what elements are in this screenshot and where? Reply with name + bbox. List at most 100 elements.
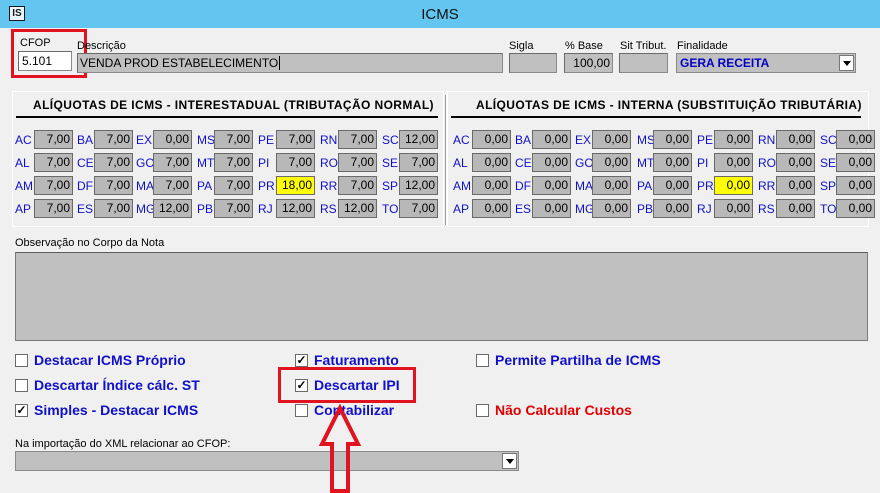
interna-uf-label: MA bbox=[575, 179, 593, 193]
interestadual-uf-label: MA bbox=[136, 179, 154, 193]
interna-uf-label: PR bbox=[697, 179, 714, 193]
interestadual-rate-input[interactable]: 12,00 bbox=[153, 199, 192, 218]
interestadual-rate-input[interactable]: 7,00 bbox=[94, 176, 133, 195]
interestadual-uf-label: RJ bbox=[258, 202, 273, 216]
interna-uf-label: CE bbox=[515, 156, 532, 170]
interna-rate-input[interactable]: 0,00 bbox=[653, 199, 692, 218]
interestadual-rate-input[interactable]: 7,00 bbox=[34, 199, 73, 218]
observacao-textarea[interactable] bbox=[15, 252, 868, 341]
faturamento-checkbox[interactable]: ✓ bbox=[295, 354, 308, 367]
interna-rate-input[interactable]: 0,00 bbox=[653, 153, 692, 172]
interestadual-uf-label: TO bbox=[382, 202, 399, 216]
interestadual-rate-input[interactable]: 7,00 bbox=[399, 153, 438, 172]
interna-uf-label: TO bbox=[820, 202, 837, 216]
interestadual-rate-input[interactable]: 7,00 bbox=[338, 176, 377, 195]
interna-uf-label: RO bbox=[758, 156, 776, 170]
interna-rate-input[interactable]: 0,00 bbox=[532, 176, 571, 195]
interestadual-rate-input[interactable]: 7,00 bbox=[94, 153, 133, 172]
destacar-icms-checkbox[interactable] bbox=[15, 354, 28, 367]
interestadual-rate-input[interactable]: 7,00 bbox=[153, 153, 192, 172]
nao-calcular-checkbox[interactable] bbox=[476, 404, 489, 417]
chevron-down-icon[interactable] bbox=[839, 55, 854, 71]
interna-rate-input[interactable]: 0,00 bbox=[592, 176, 631, 195]
interna-rate-input[interactable]: 0,00 bbox=[592, 130, 631, 149]
interestadual-uf-label: PE bbox=[258, 133, 275, 147]
faturamento-label[interactable]: Faturamento bbox=[314, 352, 399, 368]
importacao-select[interactable] bbox=[15, 451, 519, 471]
interna-rate-input[interactable]: 0,00 bbox=[653, 130, 692, 149]
interestadual-rate-input[interactable]: 12,00 bbox=[399, 130, 438, 149]
up-arrow-annotation-icon bbox=[318, 404, 362, 493]
interestadual-rate-input[interactable]: 7,00 bbox=[338, 153, 377, 172]
sit-tribut-input[interactable] bbox=[619, 53, 668, 73]
partilha-checkbox[interactable] bbox=[476, 354, 489, 367]
interestadual-rate-input[interactable]: 7,00 bbox=[34, 153, 73, 172]
interna-uf-label: BA bbox=[515, 133, 532, 147]
interna-rate-input[interactable]: 0,00 bbox=[714, 199, 753, 218]
interestadual-rate-input[interactable]: 7,00 bbox=[214, 153, 253, 172]
simples-checkbox[interactable]: ✓ bbox=[15, 404, 28, 417]
interestadual-rate-input[interactable]: 7,00 bbox=[94, 130, 133, 149]
interna-rate-input[interactable]: 0,00 bbox=[532, 199, 571, 218]
interna-uf-label: PB bbox=[637, 202, 654, 216]
interna-rate-input[interactable]: 0,00 bbox=[776, 130, 815, 149]
interestadual-rate-input[interactable]: 12,00 bbox=[338, 199, 377, 218]
interna-rate-input[interactable]: 0,00 bbox=[776, 176, 815, 195]
interna-rate-input[interactable]: 0,00 bbox=[836, 176, 875, 195]
interestadual-uf-label: EX bbox=[136, 133, 153, 147]
interestadual-rate-input[interactable]: 7,00 bbox=[338, 130, 377, 149]
interestadual-rate-input[interactable]: 18,00 bbox=[276, 176, 315, 195]
interestadual-uf-label: SE bbox=[382, 156, 399, 170]
interna-rate-input[interactable]: 0,00 bbox=[776, 153, 815, 172]
interestadual-uf-label: AL bbox=[15, 156, 30, 170]
simples-label[interactable]: Simples - Destacar ICMS bbox=[34, 402, 198, 418]
interestadual-rate-input[interactable]: 12,00 bbox=[399, 176, 438, 195]
interna-rate-input[interactable]: 0,00 bbox=[472, 199, 511, 218]
partilha-label[interactable]: Permite Partilha de ICMS bbox=[495, 352, 661, 368]
interestadual-rate-input[interactable]: 7,00 bbox=[399, 199, 438, 218]
interestadual-uf-label: BA bbox=[77, 133, 94, 147]
interestadual-rate-input[interactable]: 7,00 bbox=[94, 199, 133, 218]
interna-rate-input[interactable]: 0,00 bbox=[592, 153, 631, 172]
interestadual-rate-input[interactable]: 0,00 bbox=[153, 130, 192, 149]
interna-rate-input[interactable]: 0,00 bbox=[836, 199, 875, 218]
interestadual-uf-label: SC bbox=[382, 133, 399, 147]
interestadual-rate-input[interactable]: 7,00 bbox=[34, 176, 73, 195]
sigla-input[interactable] bbox=[509, 53, 557, 73]
interna-uf-label: SC bbox=[820, 133, 837, 147]
finalidade-select[interactable]: GERA RECEITA bbox=[676, 53, 856, 73]
interna-rate-input[interactable]: 0,00 bbox=[532, 130, 571, 149]
descricao-input[interactable]: VENDA PROD ESTABELECIMENTO​ bbox=[77, 53, 503, 73]
interna-uf-label: AP bbox=[453, 202, 470, 216]
destacar-icms-label[interactable]: Destacar ICMS Próprio bbox=[34, 352, 186, 368]
interestadual-rate-input[interactable]: 7,00 bbox=[214, 176, 253, 195]
interna-rate-input[interactable]: 0,00 bbox=[714, 176, 753, 195]
interestadual-rate-input[interactable]: 7,00 bbox=[214, 130, 253, 149]
interna-rate-input[interactable]: 0,00 bbox=[653, 176, 692, 195]
interestadual-uf-label: RO bbox=[320, 156, 338, 170]
interestadual-rate-input[interactable]: 7,00 bbox=[34, 130, 73, 149]
descartar-indice-label[interactable]: Descartar Índice cálc. ST bbox=[34, 377, 200, 393]
base-input[interactable]: 100,00 bbox=[564, 53, 613, 73]
interestadual-rate-input[interactable]: 7,00 bbox=[276, 153, 315, 172]
interna-rate-input[interactable]: 0,00 bbox=[836, 153, 875, 172]
contabilizar-checkbox[interactable] bbox=[295, 404, 308, 417]
interna-rate-input[interactable]: 0,00 bbox=[714, 130, 753, 149]
interna-rate-input[interactable]: 0,00 bbox=[472, 176, 511, 195]
interna-rate-input[interactable]: 0,00 bbox=[776, 199, 815, 218]
nao-calcular-label[interactable]: Não Calcular Custos bbox=[495, 402, 632, 418]
interna-rate-input[interactable]: 0,00 bbox=[532, 153, 571, 172]
interestadual-rate-input[interactable]: 12,00 bbox=[276, 199, 315, 218]
descricao-value: VENDA PROD ESTABELECIMENTO bbox=[80, 56, 279, 70]
interestadual-rate-input[interactable]: 7,00 bbox=[276, 130, 315, 149]
interna-rate-input[interactable]: 0,00 bbox=[472, 153, 511, 172]
interna-rate-input[interactable]: 0,00 bbox=[472, 130, 511, 149]
interna-rate-input[interactable]: 0,00 bbox=[836, 130, 875, 149]
interestadual-rate-input[interactable]: 7,00 bbox=[214, 199, 253, 218]
interestadual-rate-input[interactable]: 7,00 bbox=[153, 176, 192, 195]
interna-rate-input[interactable]: 0,00 bbox=[714, 153, 753, 172]
descartar-indice-checkbox[interactable] bbox=[15, 379, 28, 392]
interestadual-uf-label: AM bbox=[15, 179, 33, 193]
chevron-down-icon[interactable] bbox=[502, 453, 517, 469]
interna-rate-input[interactable]: 0,00 bbox=[592, 199, 631, 218]
